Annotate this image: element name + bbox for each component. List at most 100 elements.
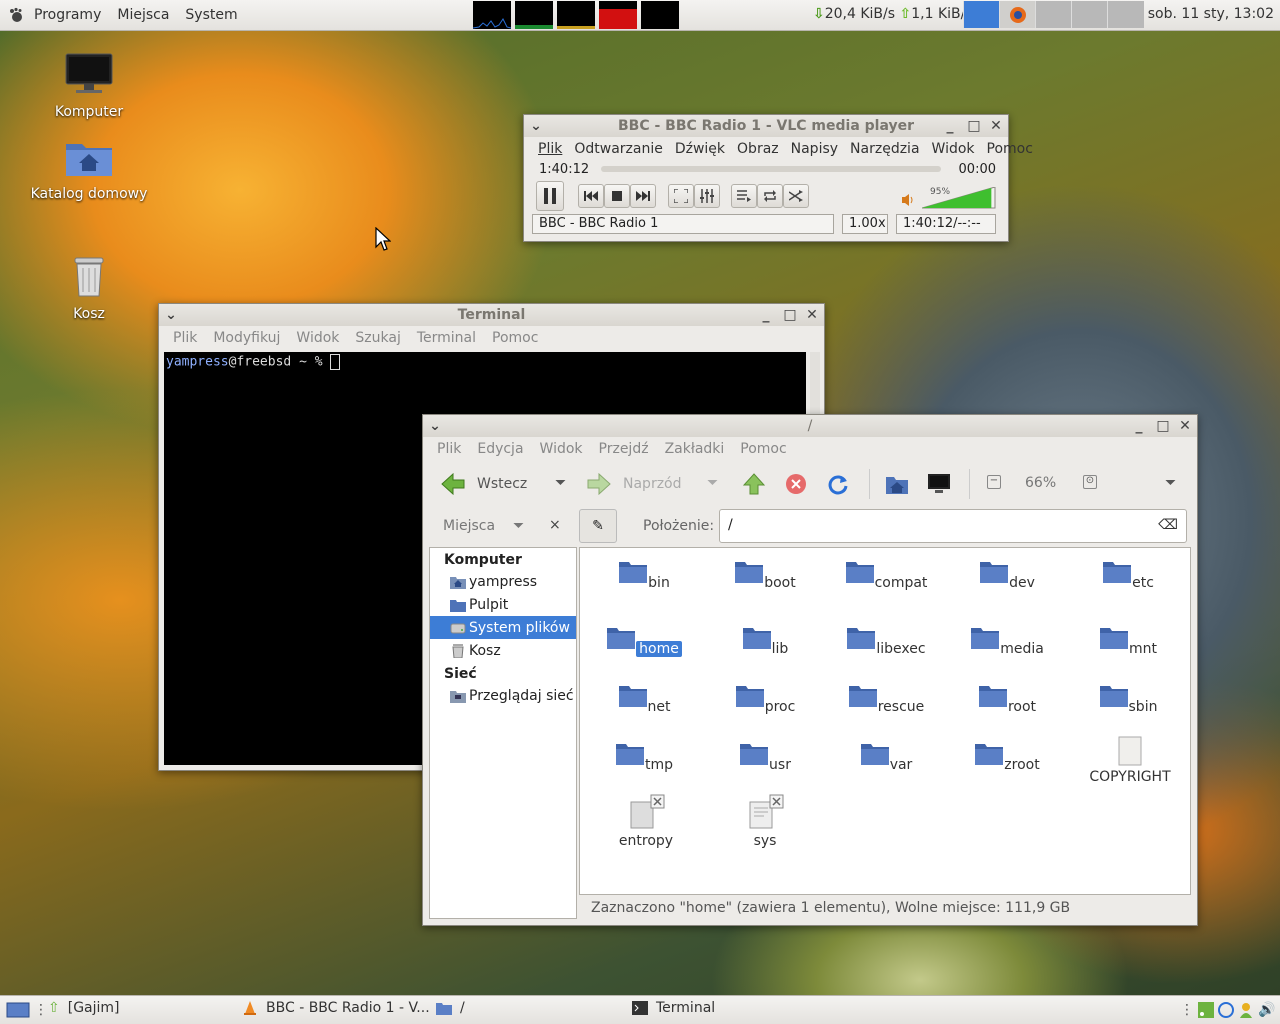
terminal-menu-terminal[interactable]: Terminal xyxy=(409,330,484,346)
vlc-playlist-button[interactable] xyxy=(731,184,757,208)
close-icon[interactable]: ✕ xyxy=(1177,418,1193,434)
terminal-titlebar[interactable]: ⌄ Terminal _ □ ✕ xyxy=(159,304,824,326)
fm-menu-bookmarks[interactable]: Zakładki xyxy=(657,441,733,457)
file-item[interactable]: dev xyxy=(957,560,1057,591)
file-item[interactable]: entropy xyxy=(596,794,696,849)
show-desktop-icon[interactable] xyxy=(6,1001,30,1019)
minimize-icon[interactable]: _ xyxy=(1131,418,1147,434)
clock[interactable]: sob. 11 sty, 13:02 xyxy=(1148,6,1274,22)
sidebar-item-home[interactable]: yampress xyxy=(430,570,576,593)
fm-menu-file[interactable]: Plik xyxy=(429,441,469,457)
taskbar-item-file-manager[interactable]: / xyxy=(436,1000,465,1016)
places-dropdown-icon[interactable]: ⏷ xyxy=(513,518,524,534)
cpu-graph[interactable] xyxy=(472,1,512,29)
workspace-4[interactable] xyxy=(1071,1,1108,28)
file-item[interactable]: var xyxy=(836,742,936,773)
maximize-icon[interactable]: □ xyxy=(782,307,798,323)
back-history-dropdown-icon[interactable]: ⏷ xyxy=(555,475,566,491)
fm-menu-help[interactable]: Pomoc xyxy=(732,441,794,457)
maximize-icon[interactable]: □ xyxy=(966,118,982,134)
swap-graph[interactable] xyxy=(599,1,637,29)
home-folder-icon[interactable] xyxy=(885,473,909,495)
desktop-icon-home[interactable]: Katalog domowy xyxy=(24,136,154,202)
file-item[interactable]: net xyxy=(594,684,694,715)
vlc-menu-tools[interactable]: Narzędzia xyxy=(844,141,925,157)
load-graph[interactable] xyxy=(641,1,679,29)
file-item[interactable]: root xyxy=(957,684,1057,715)
gajim-status-icon[interactable] xyxy=(1238,1002,1254,1018)
panel-handle-icon[interactable]: ⋮ xyxy=(34,1002,48,1018)
file-item[interactable]: compat xyxy=(836,560,936,591)
workspace-3[interactable] xyxy=(1035,1,1072,28)
vlc-seek-bar[interactable] xyxy=(601,166,941,172)
file-item[interactable]: usr xyxy=(715,742,815,773)
volume-tray-icon[interactable]: 🔊 xyxy=(1258,1002,1275,1018)
vlc-fullscreen-button[interactable] xyxy=(668,184,694,208)
updates-icon[interactable] xyxy=(1218,1002,1234,1018)
vlc-menu-view[interactable]: Widok xyxy=(926,141,981,157)
places-label[interactable]: Miejsca xyxy=(443,518,495,534)
close-icon[interactable]: ✕ xyxy=(988,118,1004,134)
file-item[interactable]: tmp xyxy=(594,742,694,773)
toolbar-overflow-icon[interactable]: ⏷ xyxy=(1165,475,1176,491)
volume-icon[interactable] xyxy=(902,193,916,207)
file-item[interactable]: COPYRIGHT xyxy=(1080,736,1180,785)
taskbar-item-gajim[interactable]: ⇧ [Gajim] xyxy=(48,1000,120,1016)
file-item[interactable]: libexec xyxy=(836,626,936,657)
vlc-next-button[interactable] xyxy=(630,184,656,208)
file-item[interactable]: proc xyxy=(715,684,815,715)
minimize-icon[interactable]: _ xyxy=(758,307,774,323)
netspeed-applet[interactable]: ⇩20,4 KiB/s ⇧1,1 KiB/s xyxy=(813,6,973,22)
terminal-menu-edit[interactable]: Modyfikuj xyxy=(205,330,288,346)
memory-graph[interactable] xyxy=(515,1,553,29)
vlc-speed[interactable]: 1.00x xyxy=(842,214,888,234)
vlc-stop-button[interactable] xyxy=(604,184,630,208)
zoom-normal-icon[interactable]: ⊙ xyxy=(1083,475,1097,489)
vlc-prev-button[interactable] xyxy=(578,184,604,208)
taskbar-item-vlc[interactable]: BBC - BBC Radio 1 - V... xyxy=(242,1000,430,1016)
up-arrow-icon[interactable] xyxy=(743,473,765,495)
minimize-icon[interactable]: _ xyxy=(942,118,958,134)
workspace-1[interactable] xyxy=(963,1,1000,28)
file-item[interactable]: etc xyxy=(1078,560,1178,591)
vlc-pause-button[interactable] xyxy=(536,181,564,211)
maximize-icon[interactable]: □ xyxy=(1155,418,1171,434)
reload-icon[interactable] xyxy=(827,473,849,495)
back-button[interactable]: Wstecz xyxy=(441,473,527,495)
desktop-icon-trash[interactable]: Kosz xyxy=(24,254,154,322)
edit-location-toggle[interactable]: ✎ xyxy=(579,509,617,543)
file-manager-titlebar[interactable]: ⌄ / _ □ ✕ xyxy=(423,415,1197,437)
fm-menu-view[interactable]: Widok xyxy=(532,441,591,457)
file-icon-view[interactable]: bin boot compat dev etc home lib libexec… xyxy=(579,547,1191,895)
file-item[interactable]: boot xyxy=(715,560,815,591)
fm-menu-go[interactable]: Przejdź xyxy=(591,441,657,457)
vlc-menu-help[interactable]: Pomoc xyxy=(981,141,1039,157)
file-item[interactable]: sys xyxy=(715,794,815,849)
menu-places[interactable]: Miejsca xyxy=(109,7,177,23)
vlc-loop-button[interactable] xyxy=(757,184,783,208)
sidebar-item-browse-network[interactable]: Przeglądaj sieć xyxy=(430,684,576,707)
vlc-menu-audio[interactable]: Dźwięk xyxy=(669,141,731,157)
stop-loading-icon[interactable] xyxy=(785,473,807,495)
desktop-icon-computer[interactable]: Komputer xyxy=(24,52,154,120)
gnome-foot-icon[interactable] xyxy=(8,7,24,23)
vlc-titlebar[interactable]: ⌄ BBC - BBC Radio 1 - VLC media player _… xyxy=(524,115,1008,137)
close-sidebar-icon[interactable]: × xyxy=(549,517,561,533)
rss-icon[interactable] xyxy=(1198,1002,1214,1018)
file-item-selected[interactable]: home xyxy=(594,626,694,657)
file-item[interactable]: mnt xyxy=(1078,626,1178,657)
file-item[interactable]: media xyxy=(957,626,1057,657)
terminal-menu-file[interactable]: Plik xyxy=(165,330,205,346)
vlc-shuffle-button[interactable] xyxy=(783,184,809,208)
file-item[interactable]: bin xyxy=(594,560,694,591)
vlc-time-status[interactable]: 1:40:12/--:-- xyxy=(896,214,996,234)
zoom-out-icon[interactable]: − xyxy=(987,475,1001,489)
menu-programs[interactable]: Programy xyxy=(26,7,109,23)
vlc-menu-subtitles[interactable]: Napisy xyxy=(785,141,844,157)
sidebar-item-trash[interactable]: Kosz xyxy=(430,639,576,662)
file-item[interactable]: lib xyxy=(715,626,815,657)
taskbar-item-terminal[interactable]: Terminal xyxy=(632,1000,715,1016)
terminal-menu-help[interactable]: Pomoc xyxy=(484,330,546,346)
menu-system[interactable]: System xyxy=(177,7,245,23)
fm-menu-edit[interactable]: Edycja xyxy=(469,441,531,457)
